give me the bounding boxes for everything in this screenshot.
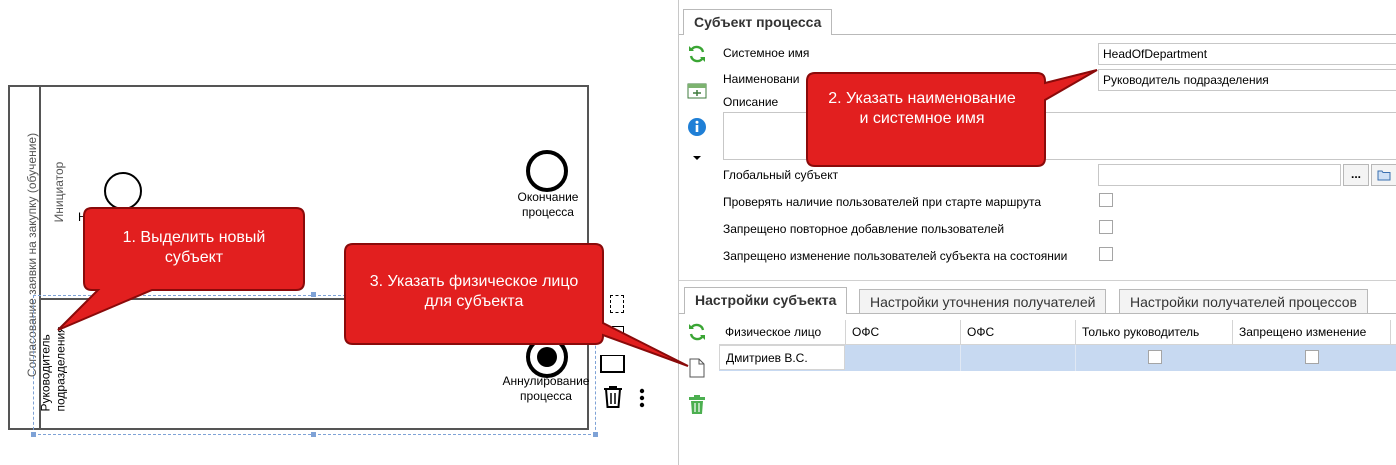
callout-1-text: 1. Выделить новый субъект [122,229,266,266]
callout-3-text: 3. Указать физическое лицо для субъекта [369,273,579,310]
callout-1-shape [57,207,305,331]
callout-2-text: 2. Указать наименование и системное имя [828,90,1016,127]
